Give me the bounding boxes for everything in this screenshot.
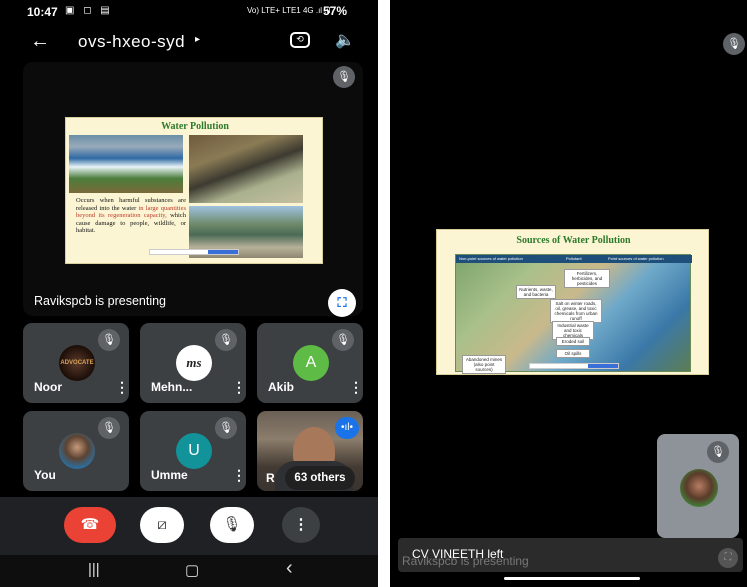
- diagram-label: Abandoned mines (also point sources): [462, 355, 506, 374]
- battery-level: 57%: [323, 4, 348, 18]
- more-options-icon[interactable]: ⋮: [232, 467, 246, 484]
- pipe-discharge-photo: [189, 135, 303, 203]
- diagram-header-pollutant: Pollutant: [566, 256, 582, 261]
- participant-video-tile[interactable]: •ıl• R 63 others: [257, 411, 363, 491]
- participant-name: R: [266, 471, 275, 485]
- presenter-label: Ravikspcb is presenting: [34, 294, 167, 308]
- participant-name: Umme: [151, 468, 188, 482]
- river-photo: [69, 135, 183, 193]
- mic-off-icon: 🎙: [332, 329, 354, 351]
- speaker-icon[interactable]: 🔈: [335, 30, 355, 50]
- avatar: A: [293, 345, 329, 381]
- mic-off-icon: 🎙: [98, 417, 120, 439]
- fullscreen-icon[interactable]: ⛶: [718, 548, 738, 568]
- notification-icons: ▣ ◻ ▤: [65, 5, 113, 16]
- switch-camera-icon[interactable]: ⟲: [290, 32, 310, 48]
- call-controls: ☎ ⧄ 🎙 ⋮: [0, 497, 378, 555]
- mic-off-icon: 🎙: [215, 417, 237, 439]
- mic-off-icon: 🎙: [98, 329, 120, 351]
- avatar: ms: [176, 345, 212, 381]
- diagram-header: Non-point sources of water pollution Pol…: [456, 255, 692, 263]
- more-button[interactable]: ⋮: [282, 507, 320, 543]
- participant-name: You: [34, 468, 56, 482]
- status-time: 10:47: [27, 5, 58, 19]
- mic-off-icon: 🎙: [723, 33, 745, 55]
- toast-message: CV VINEETH left: [412, 547, 504, 561]
- shared-slide-fullscreen: Sources of Water Pollution Non-point sou…: [436, 229, 709, 375]
- slide-title: Sources of Water Pollution: [516, 235, 631, 246]
- end-call-button[interactable]: ☎: [64, 507, 116, 543]
- notification-toast: Ravikspcb is presenting CV VINEETH left …: [398, 538, 743, 572]
- others-count-badge[interactable]: 63 others: [285, 466, 355, 490]
- slide-body-text: Occurs when harmful substances are relea…: [76, 197, 186, 235]
- presentation-tile[interactable]: 🎙 Water Pollution Occurs when harmful su…: [23, 62, 363, 316]
- mic-off-icon: 🎙: [333, 66, 355, 88]
- diagram-label: Eroded soil: [556, 337, 590, 346]
- diagram-label: Fertilizers, herbicides, and pesticides: [564, 269, 610, 288]
- diagram-label: Salt on winter roads, oil, grease, and t…: [550, 299, 602, 323]
- avatar: ADVOCATE: [59, 345, 95, 381]
- slide-toolbar: [529, 363, 619, 369]
- pollution-sources-diagram: Non-point sources of water pollution Pol…: [455, 254, 692, 374]
- participant-name: Noor: [34, 380, 62, 394]
- diagram-header-nonpoint: Non-point sources of water pollution: [459, 256, 523, 261]
- recents-icon[interactable]: |||: [88, 561, 100, 578]
- diagram-label: Oil spills: [556, 349, 590, 358]
- participant-tile[interactable]: 🎙 ADVOCATE Noor ⋮: [23, 323, 129, 403]
- meeting-code-title[interactable]: ovs-hxeo-syd: [78, 32, 185, 52]
- avatar: [680, 469, 718, 507]
- caret-right-icon[interactable]: ▸: [195, 34, 200, 45]
- self-view-tile[interactable]: 🎙: [657, 434, 739, 538]
- signal-icons: Vo) LTE+ LTE1 4G .ıl .ıl: [247, 6, 331, 15]
- more-options-icon[interactable]: ⋮: [349, 379, 363, 396]
- fullscreen-icon[interactable]: ⛶: [328, 289, 356, 317]
- back-arrow-icon[interactable]: ←: [30, 30, 50, 53]
- diagram-label: Nutrients, waste, and bacteria: [516, 285, 556, 299]
- mic-off-icon: 🎙: [215, 329, 237, 351]
- more-options-icon[interactable]: ⋮: [232, 379, 246, 396]
- home-indicator[interactable]: [504, 577, 640, 580]
- left-phone-screen: 10:47 ▣ ◻ ▤ Vo) LTE+ LTE1 4G .ıl .ıl 57%…: [0, 0, 378, 587]
- avatar: U: [176, 433, 212, 469]
- shared-slide: Water Pollution Occurs when harmful subs…: [65, 117, 323, 264]
- participant-tile[interactable]: 🎙 ms Mehn... ⋮: [140, 323, 246, 403]
- speaking-indicator-icon: •ıl•: [335, 417, 359, 439]
- diagram-header-point: Point sources of water pollution: [608, 256, 664, 261]
- mic-off-button[interactable]: 🎙: [210, 507, 254, 543]
- participant-tile-self[interactable]: 🎙 You: [23, 411, 129, 491]
- participant-name: Akib: [268, 380, 295, 394]
- participant-name: Mehn...: [151, 380, 193, 394]
- camera-off-button[interactable]: ⧄: [140, 507, 184, 543]
- slide-toolbar: [149, 249, 239, 255]
- slide-title: Water Pollution: [161, 121, 229, 132]
- more-options-icon[interactable]: ⋮: [115, 379, 129, 396]
- mic-off-icon: 🎙: [707, 441, 729, 463]
- participant-tile[interactable]: 🎙 A Akib ⋮: [257, 323, 363, 403]
- home-icon[interactable]: ▢: [185, 561, 199, 579]
- meeting-top-bar: ← ovs-hxeo-syd ▸ ⟲ 🔈: [0, 24, 378, 60]
- status-bar: 10:47 ▣ ◻ ▤ Vo) LTE+ LTE1 4G .ıl .ıl 57%: [0, 0, 378, 24]
- android-nav-bar: ||| ▢ ‹: [0, 555, 378, 587]
- avatar: [59, 433, 95, 469]
- nav-back-icon[interactable]: ‹: [286, 557, 293, 580]
- participant-tile[interactable]: 🎙 U Umme ⋮: [140, 411, 246, 491]
